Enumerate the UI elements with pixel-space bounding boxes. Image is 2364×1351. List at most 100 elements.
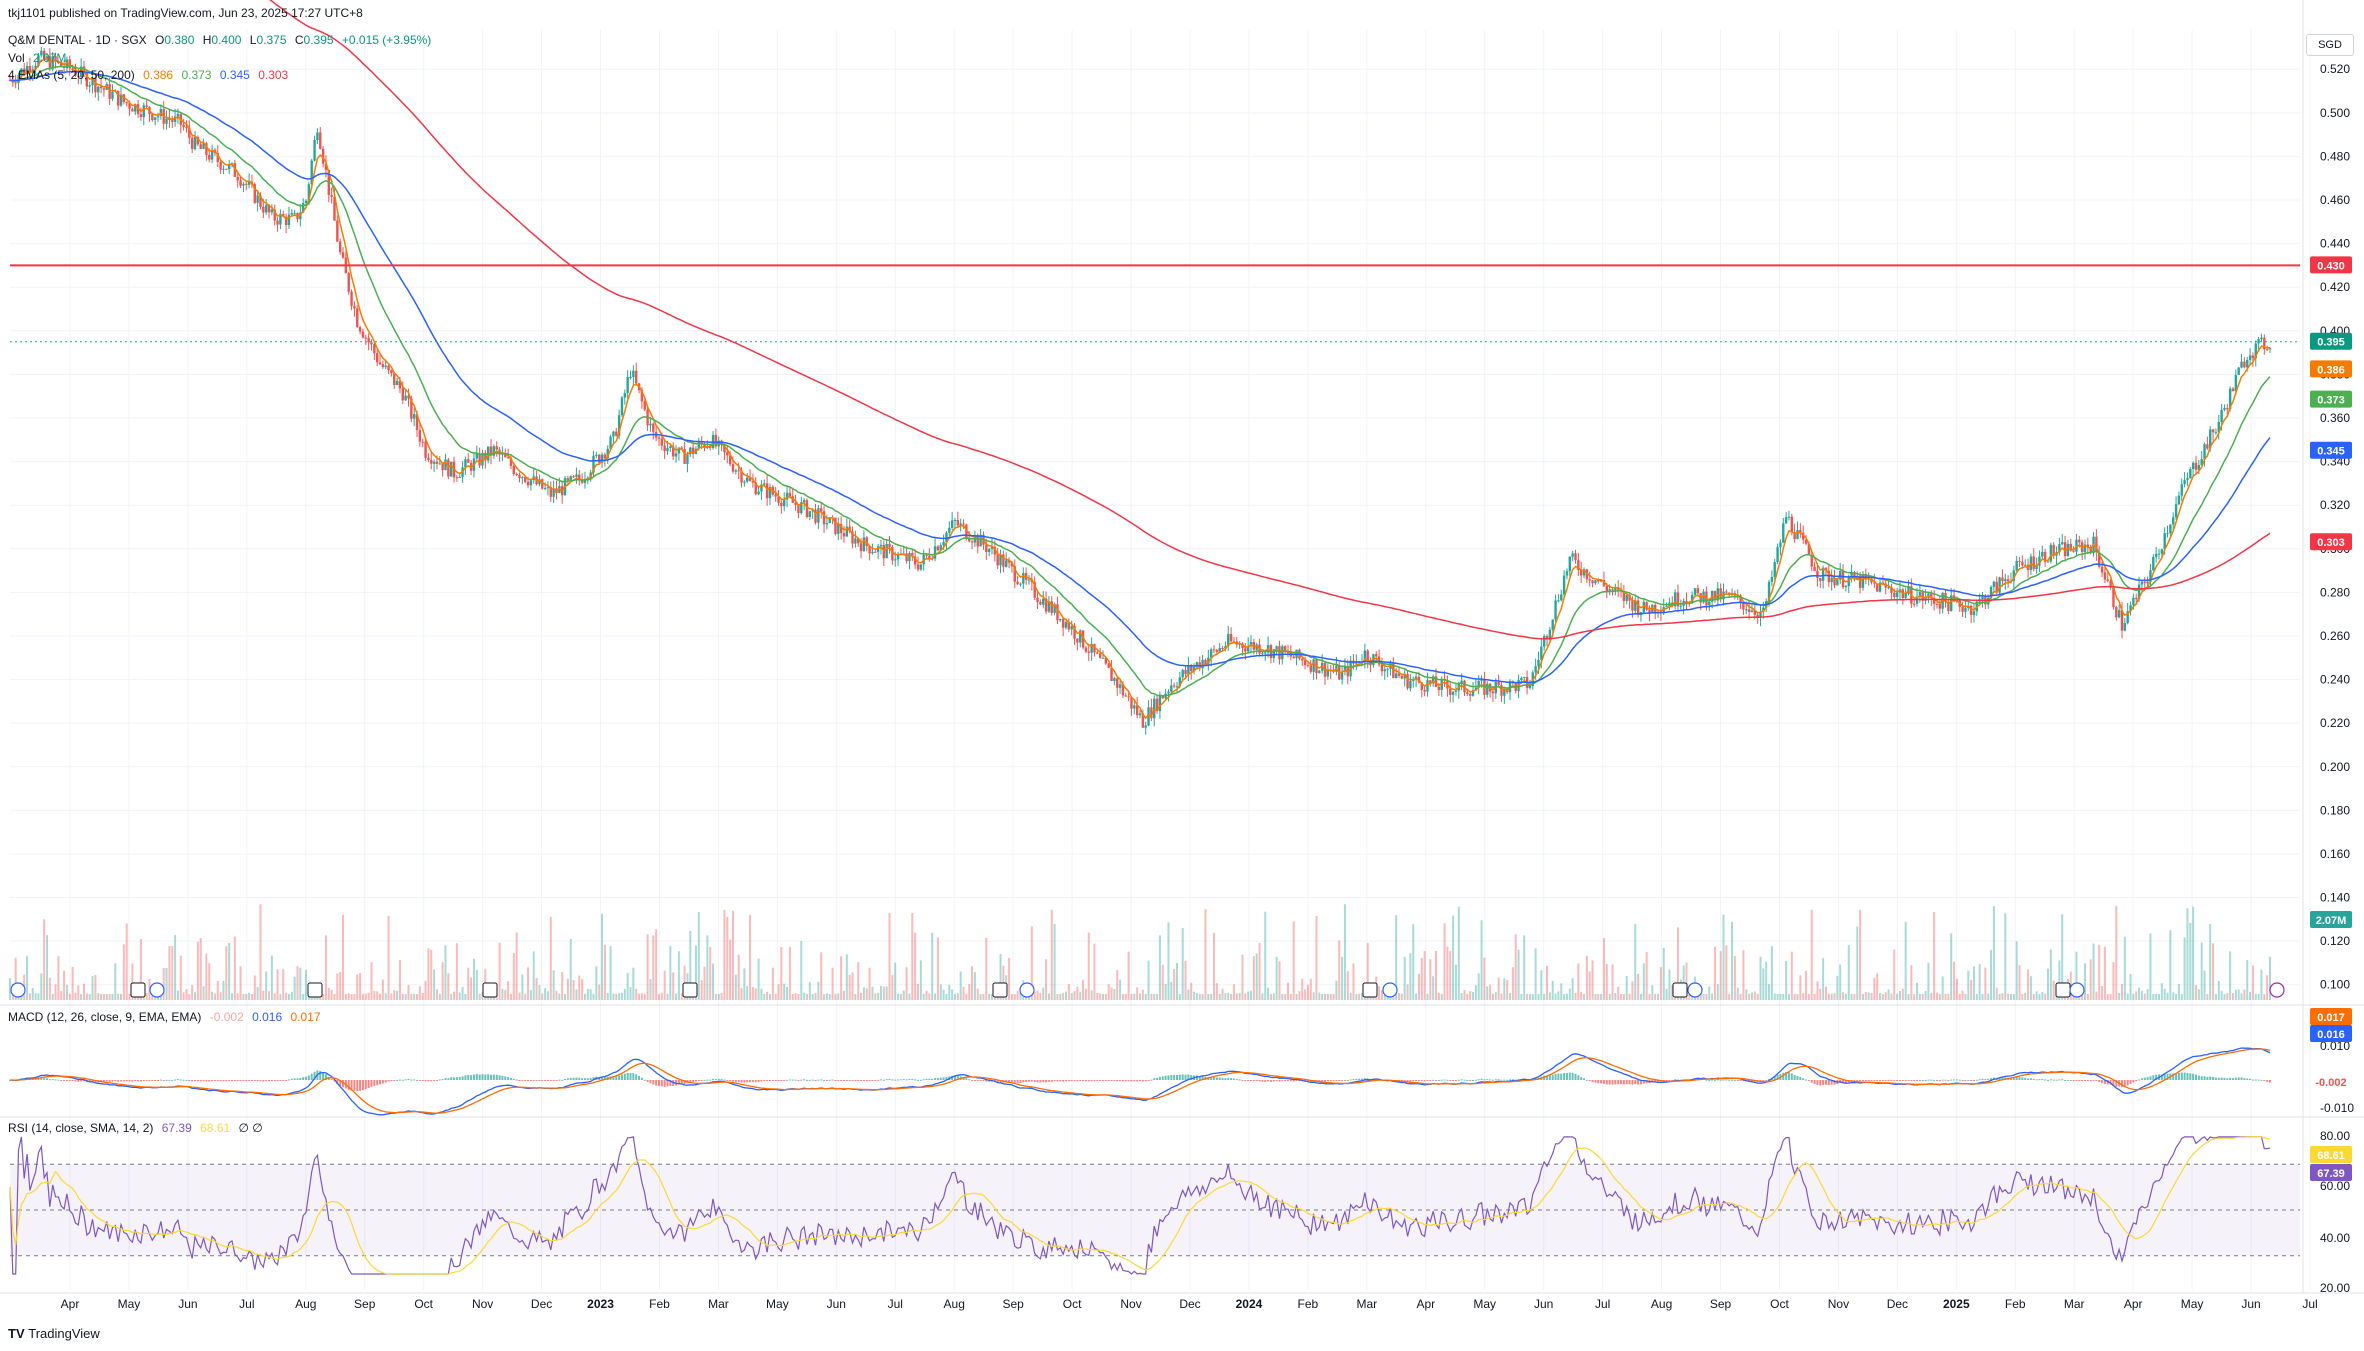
candle-body <box>2123 623 2127 631</box>
volume-bar <box>2115 905 2118 1000</box>
volume-bar <box>2046 968 2049 1000</box>
volume-bar <box>794 993 797 1000</box>
volume-bar <box>464 993 467 1000</box>
volume-bar <box>811 993 814 1000</box>
candle-body <box>1061 618 1065 628</box>
volume-bar <box>51 993 54 1000</box>
macd-hist-bar <box>1349 1079 1352 1081</box>
volume-bar <box>976 988 979 1000</box>
volume-bar <box>1198 993 1201 1000</box>
volume-bar <box>418 986 421 1000</box>
symbol-legend[interactable]: Q&M DENTAL · 1D · SGX O0.380 H0.400 L0.3… <box>8 33 436 47</box>
volume-bar <box>1110 987 1113 1000</box>
volume-bar <box>171 945 174 1000</box>
candle-body <box>338 241 342 253</box>
volume-bar <box>2263 993 2266 1000</box>
macd-hist-bar <box>780 1080 783 1081</box>
candle-body <box>859 543 863 552</box>
ema-legend[interactable]: 4 EMAs (5, 20, 50, 200) 0.386 0.373 0.34… <box>8 68 293 82</box>
volume-bar <box>1093 943 1096 1000</box>
macd-hist-bar <box>1716 1079 1719 1081</box>
macd-hist-bar <box>231 1080 234 1081</box>
macd-hist-bar <box>1935 1080 1938 1081</box>
candle-body <box>1312 659 1315 672</box>
volume-bar <box>643 993 646 1000</box>
candle-body <box>2078 539 2081 543</box>
macd-hist-bar <box>1127 1080 1130 1082</box>
candle-body <box>825 523 829 525</box>
volume-bar <box>145 993 148 1000</box>
candle-body <box>455 477 459 479</box>
volume-bar <box>1927 962 1930 1000</box>
candle-body <box>543 487 547 489</box>
candle-body <box>350 291 353 306</box>
stock-chart[interactable]: 0.5200.5000.4800.4600.4400.4200.4000.380… <box>0 0 2364 1351</box>
volume-bar <box>586 988 589 1000</box>
macd-legend[interactable]: MACD (12, 26, close, 9, EMA, EMA) -0.002… <box>8 1010 326 1024</box>
macd-hist-bar <box>939 1077 942 1080</box>
macd-hist-bar <box>1289 1080 1292 1082</box>
macd-hist-bar <box>760 1080 763 1082</box>
volume-bar <box>2231 993 2234 1000</box>
candle-body <box>435 461 439 464</box>
volume-legend[interactable]: Vol 2.07M <box>8 51 71 65</box>
volume-bar <box>2092 943 2095 1000</box>
macd-hist-bar <box>805 1079 808 1081</box>
volume-bar <box>962 986 965 1000</box>
macd-hist-bar <box>1238 1079 1241 1081</box>
macd-hist-bar <box>1332 1080 1335 1081</box>
volume-bar <box>467 967 470 1000</box>
volume-bar <box>1537 993 1540 1000</box>
volume-bar <box>242 993 245 1000</box>
volume-bar <box>1204 909 1207 1000</box>
volume-bar <box>48 977 51 1000</box>
volume-bar <box>558 993 561 1000</box>
volume-bar <box>774 993 777 1000</box>
currency-button[interactable]: SGD <box>2306 34 2354 56</box>
macd-hist-bar <box>1062 1080 1065 1082</box>
volume-bar <box>259 904 262 1000</box>
macd-hist-bar <box>1281 1080 1284 1082</box>
volume-bar <box>1446 946 1449 1000</box>
rsi-legend[interactable]: RSI (14, close, SMA, 14, 2) 67.39 68.61 … <box>8 1121 268 1135</box>
candle-body <box>620 397 624 416</box>
macd-hist-bar <box>188 1080 191 1081</box>
candle-body <box>1568 556 1571 572</box>
volume-bar <box>353 993 356 1000</box>
candle-body <box>674 453 678 457</box>
macd-hist-bar <box>1255 1080 1258 1082</box>
macd-hist-bar <box>1608 1080 1611 1085</box>
candle-body <box>987 549 991 552</box>
volume-bar <box>1879 993 1882 1000</box>
volume-bar <box>1107 984 1110 1000</box>
volume-bar <box>285 992 288 1000</box>
volume-bar <box>1620 993 1623 1000</box>
macd-hist-bar <box>179 1079 182 1081</box>
candle-body <box>1790 516 1794 533</box>
macd-hist-bar <box>1016 1080 1019 1084</box>
volume-bar <box>373 990 376 1000</box>
candle-body <box>521 477 524 479</box>
candle-body <box>763 483 766 485</box>
macd-hist-bar <box>535 1080 538 1081</box>
macd-hist-bar <box>1343 1079 1346 1081</box>
macd-hist-bar <box>225 1080 228 1082</box>
macd-hist-bar <box>922 1079 925 1081</box>
macd-hist-bar <box>1469 1080 1472 1081</box>
candle-body <box>1406 673 1409 689</box>
macd-hist-bar <box>777 1080 780 1081</box>
candle-body <box>1167 691 1170 694</box>
volume-bar <box>176 990 179 1000</box>
time-tick-label: Oct <box>414 1297 433 1311</box>
volume-bar <box>1213 932 1216 1000</box>
macd-hist-bar <box>125 1080 128 1082</box>
dividend-marker <box>1687 982 1703 998</box>
volume-bar <box>842 990 845 1000</box>
candle-body <box>1693 588 1697 595</box>
macd-hist-bar <box>481 1074 484 1080</box>
volume-bar <box>333 993 336 1000</box>
candle-body <box>652 423 655 433</box>
candle-body <box>424 441 427 458</box>
volume-bar <box>803 992 806 1000</box>
macd-hist-bar <box>512 1078 515 1080</box>
